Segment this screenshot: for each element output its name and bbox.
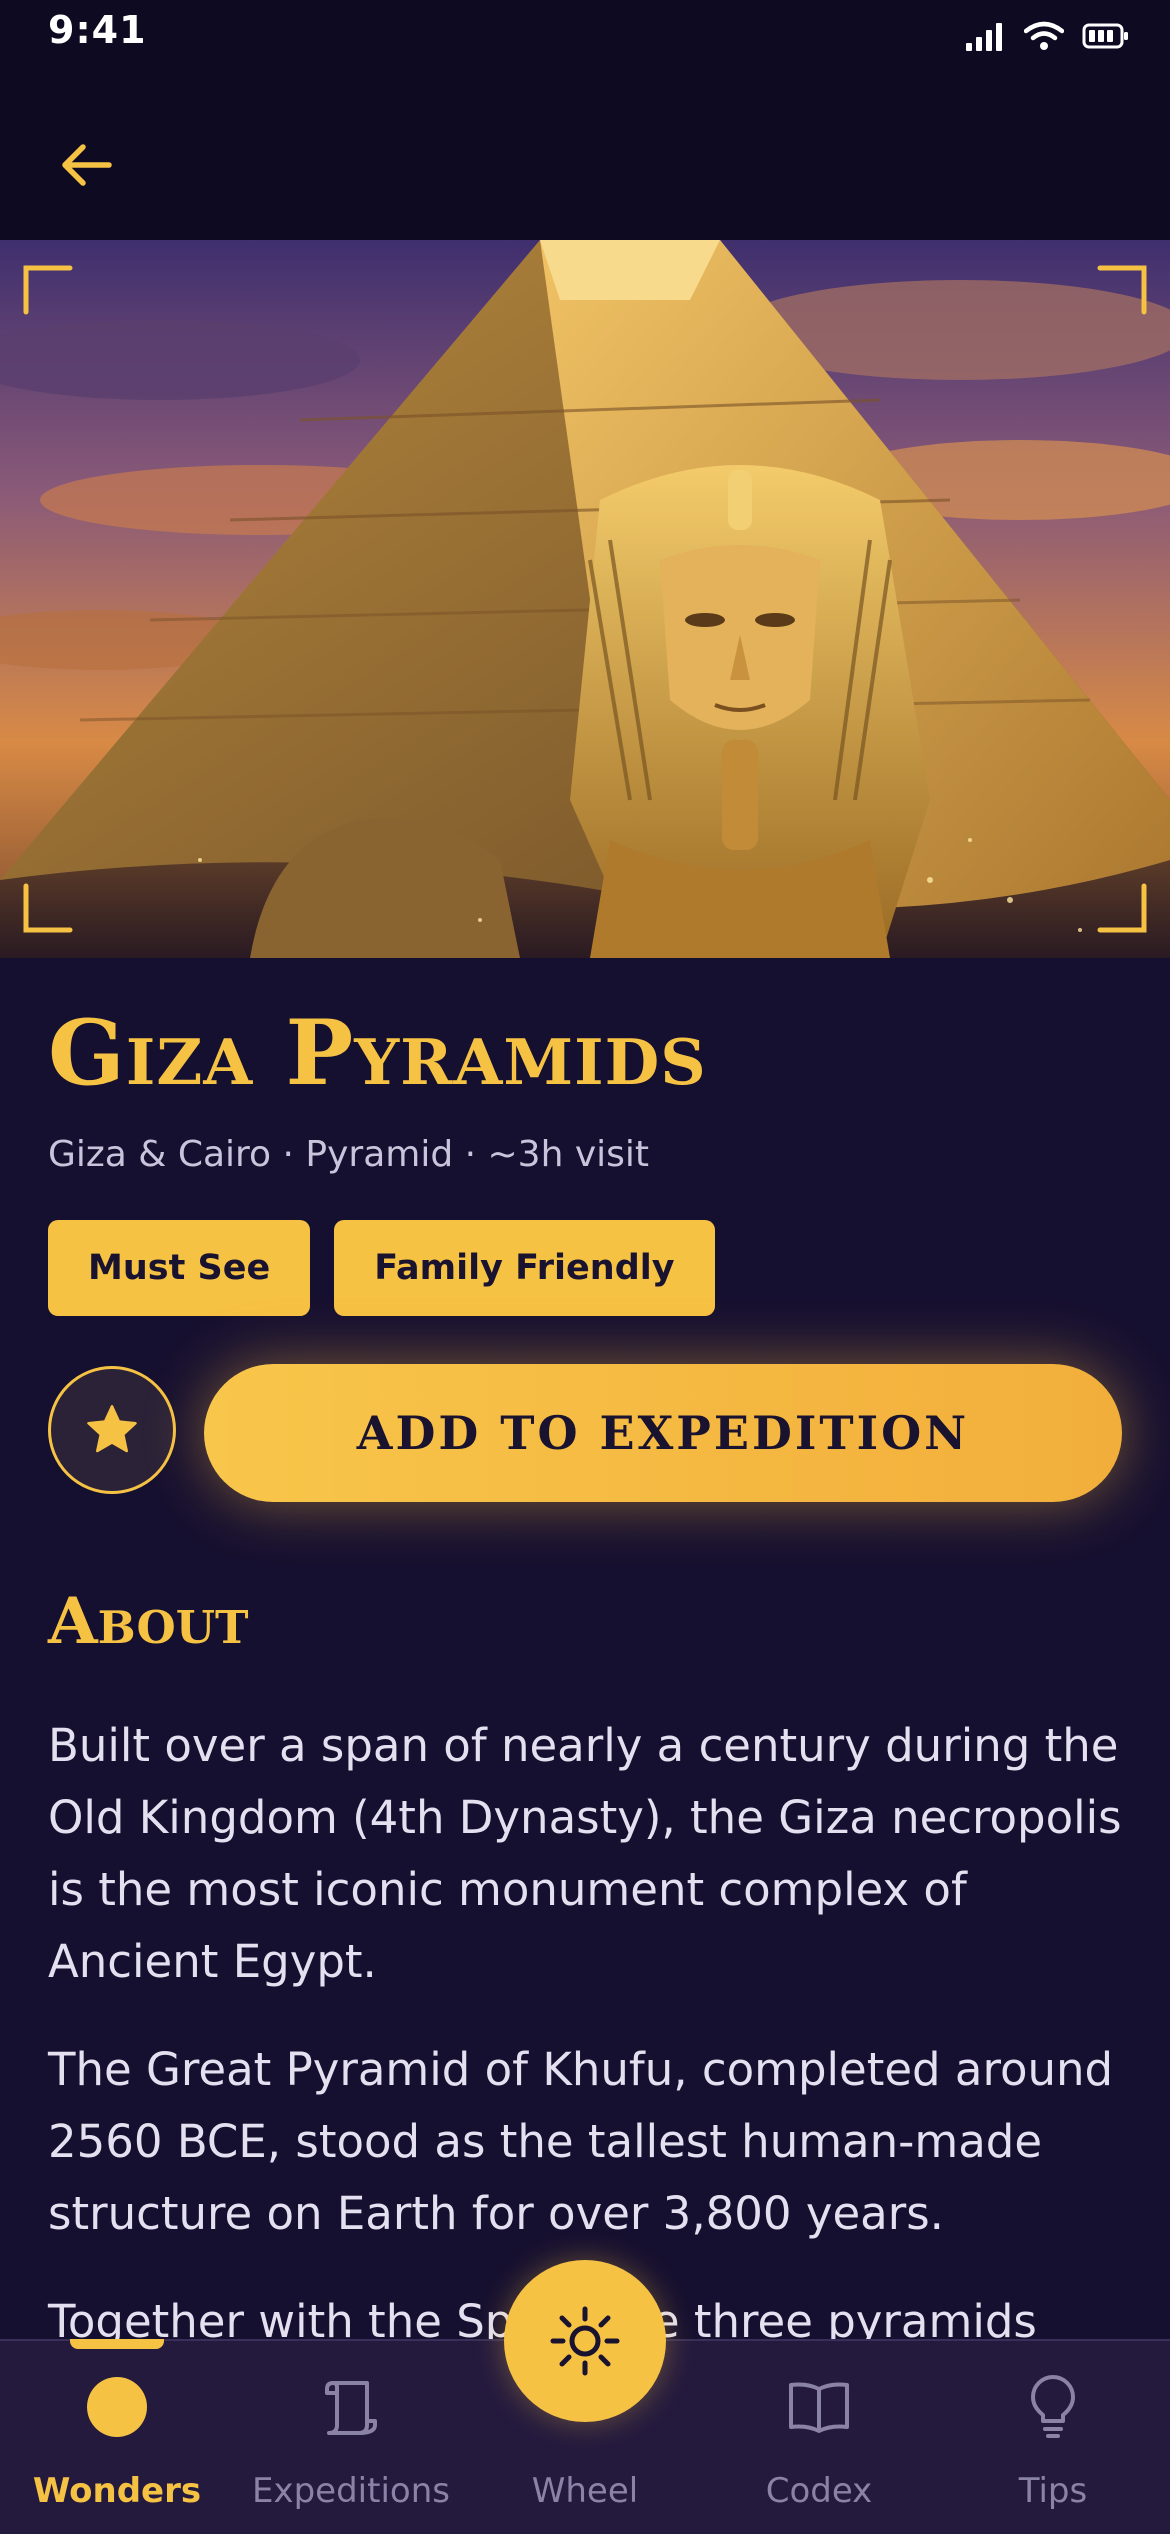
page-title: Giza Pyramids: [48, 1000, 707, 1106]
star-icon: [87, 1405, 137, 1453]
tab-expeditions-label: Expeditions: [252, 2471, 450, 2511]
pyramid-sphinx-illustration: [0, 240, 1170, 958]
tag-list: Must See Family Friendly: [48, 1220, 715, 1316]
lightbulb-icon: [1021, 2375, 1085, 2439]
tab-wheel-label: Wheel: [531, 2471, 639, 2511]
tab-codex-label: Codex: [765, 2471, 873, 2511]
about-paragraph-2: The Great Pyramid of Khufu, completed ar…: [48, 2043, 1114, 2240]
sun-icon: [550, 2306, 620, 2376]
tab-wonders-label: Wonders: [32, 2471, 202, 2511]
tab-expeditions[interactable]: Expeditions: [234, 2341, 468, 2534]
tag-family-friendly[interactable]: Family Friendly: [334, 1220, 715, 1316]
tab-tips[interactable]: Tips: [936, 2341, 1170, 2534]
arrow-left-icon: [62, 144, 112, 186]
book-icon: [787, 2375, 851, 2439]
hero-image: [0, 240, 1170, 958]
battery-icon: [1082, 23, 1128, 49]
status-time: 9:41: [48, 8, 147, 52]
status-icons: [966, 16, 1130, 56]
favorite-button[interactable]: [48, 1366, 176, 1494]
scroll-icon: [319, 2375, 383, 2439]
active-tab-indicator: [70, 2339, 164, 2349]
wifi-icon: [1024, 21, 1064, 50]
about-paragraph-1: Built over a span of nearly a century du…: [48, 1719, 1122, 1988]
about-heading: About: [48, 1584, 249, 1659]
tab-tips-label: Tips: [1018, 2471, 1088, 2511]
tab-wonders[interactable]: Wonders: [0, 2341, 234, 2534]
cellular-signal-icon: [966, 23, 1002, 51]
add-to-expedition-button[interactable]: ADD TO EXPEDITION: [204, 1364, 1122, 1502]
top-navigation: [0, 70, 1170, 240]
tab-codex[interactable]: Codex: [702, 2341, 936, 2534]
back-button[interactable]: [40, 120, 130, 210]
place-subtitle: Giza & Cairo · Pyramid · ~3h visit: [48, 1134, 650, 1175]
circle-icon: [85, 2375, 149, 2439]
tag-must-see[interactable]: Must See: [48, 1220, 311, 1316]
wheel-button[interactable]: [504, 2260, 666, 2422]
status-bar: 9:41: [0, 0, 1170, 70]
